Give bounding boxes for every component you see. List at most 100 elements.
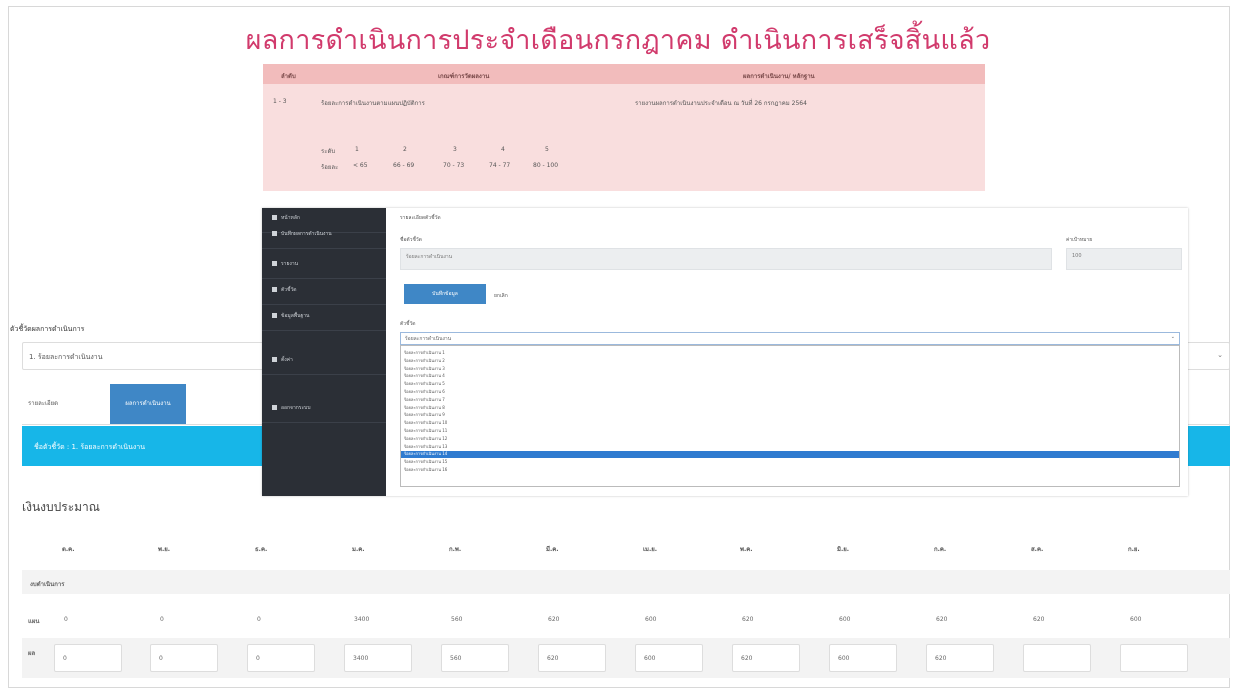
- sidebar-divider: [262, 278, 386, 279]
- tab-results[interactable]: ผลการดำเนินงาน: [110, 384, 186, 424]
- dropdown-option[interactable]: ร้อยละการดำเนินงาน 11: [404, 428, 447, 434]
- score-range: 74 - 77: [489, 162, 511, 169]
- plan-value: 0: [257, 616, 261, 623]
- sidebar-item[interactable]: ออกจากระบบ: [272, 404, 311, 412]
- month-header: ม.ค.: [352, 546, 365, 553]
- cancel-button[interactable]: ยกเลิก: [494, 292, 508, 300]
- banner-text: ชื่อตัวชี้วัด : 1. ร้อยละการดำเนินงาน: [34, 443, 145, 451]
- criteria-header-evidence: ผลการดำเนินงาน/ หลักฐาน: [743, 73, 815, 80]
- sidebar-divider: [262, 422, 386, 423]
- result-input[interactable]: 600: [829, 644, 897, 672]
- sidebar-item-label: ตั้งค่า: [281, 357, 293, 363]
- dropdown-option[interactable]: ร้อยละการดำเนินงาน 7: [404, 397, 445, 403]
- dropdown-option[interactable]: ร้อยละการดำเนินงาน 10: [404, 420, 447, 426]
- dropdown-highlight: [401, 451, 1179, 459]
- result-input[interactable]: 0: [54, 644, 122, 672]
- result-input[interactable]: 620: [538, 644, 606, 672]
- sidebar-divider: [262, 374, 386, 375]
- criteria-header-no: ลำดับ: [281, 73, 296, 80]
- month-header: ก.พ.: [449, 546, 462, 553]
- sidebar-item-label: บันทึกผลการดำเนินงาน: [281, 231, 332, 237]
- sidebar-item[interactable]: ตัวชี้วัด: [272, 286, 297, 294]
- score-range: 70 - 73: [443, 162, 465, 169]
- inset-indicator-select[interactable]: ร้อยละการดำเนินงาน ⌄: [400, 332, 1180, 345]
- sidebar-divider: [262, 330, 386, 331]
- result-input[interactable]: 3400: [344, 644, 412, 672]
- plan-value: 620: [1033, 616, 1045, 623]
- dropdown-option[interactable]: ร้อยละการดำเนินงาน 9: [404, 412, 445, 418]
- plan-value: 620: [936, 616, 948, 623]
- inset-sidebar: หน้าหลักบันทึกผลการดำเนินงานรายงานตัวชี้…: [262, 208, 386, 496]
- plan-row-label: แผน: [28, 618, 40, 625]
- inset-select-value: ร้อยละการดำเนินงาน: [405, 336, 452, 342]
- indicator-select-label: ตัวชี้วัด: [400, 321, 416, 327]
- criteria-header-measure: เกณฑ์การวัดผลงาน: [438, 73, 490, 80]
- criteria-row-no: 1 - 3: [273, 98, 287, 105]
- tab-details[interactable]: รายละเอียด: [22, 384, 64, 424]
- dropdown-option[interactable]: ร้อยละการดำเนินงาน 15: [404, 459, 447, 465]
- scale-level: 1: [355, 146, 359, 153]
- sidebar-item[interactable]: ข้อมูลพื้นฐาน: [272, 312, 309, 320]
- sidebar-item[interactable]: รายงาน: [272, 260, 298, 268]
- month-header: ส.ค.: [1031, 546, 1044, 553]
- dropdown-option[interactable]: ร้อยละการดำเนินงาน 13: [404, 444, 447, 450]
- dropdown-option[interactable]: ร้อยละการดำเนินงาน 14: [404, 451, 447, 457]
- sidebar-divider: [262, 248, 386, 249]
- dropdown-option[interactable]: ร้อยละการดำเนินงาน 6: [404, 389, 445, 395]
- result-input[interactable]: 620: [732, 644, 800, 672]
- month-header: มี.ค.: [546, 546, 559, 553]
- result-input[interactable]: 620: [926, 644, 994, 672]
- sidebar-item[interactable]: หน้าหลัก: [272, 214, 300, 222]
- dropdown-option[interactable]: ร้อยละการดำเนินงาน 8: [404, 405, 445, 411]
- menu-icon: [272, 357, 277, 362]
- dropdown-option[interactable]: ร้อยละการดำเนินงาน 12: [404, 436, 447, 442]
- plan-value: 0: [64, 616, 68, 623]
- target-field[interactable]: 100: [1066, 248, 1182, 270]
- month-header: มิ.ย.: [837, 546, 850, 553]
- sidebar-item-label: ตัวชี้วัด: [281, 287, 297, 293]
- dropdown-option[interactable]: ร้อยละการดำเนินงาน 4: [404, 373, 445, 379]
- inset-form-title: รายละเอียดตัวชี้วัด: [400, 215, 441, 221]
- scale-level: 2: [403, 146, 407, 153]
- result-input[interactable]: 600: [635, 644, 703, 672]
- budget-heading: เงินงบประมาณ: [22, 500, 100, 514]
- plan-value: 600: [839, 616, 851, 623]
- indicator-name-field[interactable]: ร้อยละการดำเนินงาน: [400, 248, 1052, 270]
- page-title: ผลการดำเนินการประจำเดือนกรกฎาคม ดำเนินกา…: [245, 25, 991, 56]
- result-input[interactable]: [1120, 644, 1188, 672]
- section-label: ตัวชี้วัดผลการดำเนินการ: [10, 325, 85, 333]
- dropdown-option[interactable]: ร้อยละการดำเนินงาน 5: [404, 381, 445, 387]
- sidebar-divider: [262, 304, 386, 305]
- score-range: 80 - 100: [533, 162, 559, 169]
- sidebar-item-label: ออกจากระบบ: [281, 405, 311, 411]
- dropdown-option[interactable]: ร้อยละการดำเนินงาน 16: [404, 467, 447, 473]
- scale-level: 4: [501, 146, 505, 153]
- result-input[interactable]: 0: [247, 644, 315, 672]
- month-header: ก.ค.: [934, 546, 947, 553]
- sidebar-item[interactable]: บันทึกผลการดำเนินงาน: [272, 230, 332, 238]
- result-input[interactable]: [1023, 644, 1091, 672]
- plan-value: 560: [451, 616, 463, 623]
- indicator-select-value: 1. ร้อยละการดำเนินงาน: [29, 353, 103, 361]
- dropdown-option[interactable]: ร้อยละการดำเนินงาน 1: [404, 350, 445, 356]
- sidebar-item[interactable]: ตั้งค่า: [272, 356, 293, 364]
- result-input[interactable]: 560: [441, 644, 509, 672]
- dropdown-option[interactable]: ร้อยละการดำเนินงาน 2: [404, 358, 445, 364]
- menu-icon: [272, 313, 277, 318]
- criteria-table-header: ลำดับ เกณฑ์การวัดผลงาน ผลการดำเนินงาน/ ห…: [263, 64, 985, 84]
- chevron-down-icon: ⌄: [1217, 351, 1223, 359]
- result-input[interactable]: 0: [150, 644, 218, 672]
- score-range: < 65: [353, 162, 368, 169]
- indicator-name-label: ชื่อตัวชี้วัด: [400, 237, 422, 243]
- month-header: พ.ย.: [158, 546, 171, 553]
- save-button[interactable]: บันทึกข้อมูล: [404, 284, 486, 304]
- plan-value: 0: [160, 616, 164, 623]
- indicator-dropdown-list: ร้อยละการดำเนินงาน 1 ร้อยละการดำเนินงาน 2…: [400, 345, 1180, 487]
- dropdown-option[interactable]: ร้อยละการดำเนินงาน 3: [404, 366, 445, 372]
- criteria-table: ลำดับ เกณฑ์การวัดผลงาน ผลการดำเนินงาน/ ห…: [263, 64, 985, 191]
- inset-screenshot: หน้าหลักบันทึกผลการดำเนินงานรายงานตัวชี้…: [262, 208, 1188, 496]
- menu-icon: [272, 405, 277, 410]
- score-range: 66 - 69: [393, 162, 415, 169]
- group-label: งบดำเนินการ: [30, 581, 65, 588]
- criteria-evidence: รายงานผลการดำเนินงานประจำเดือน ณ วันที่ …: [635, 100, 807, 107]
